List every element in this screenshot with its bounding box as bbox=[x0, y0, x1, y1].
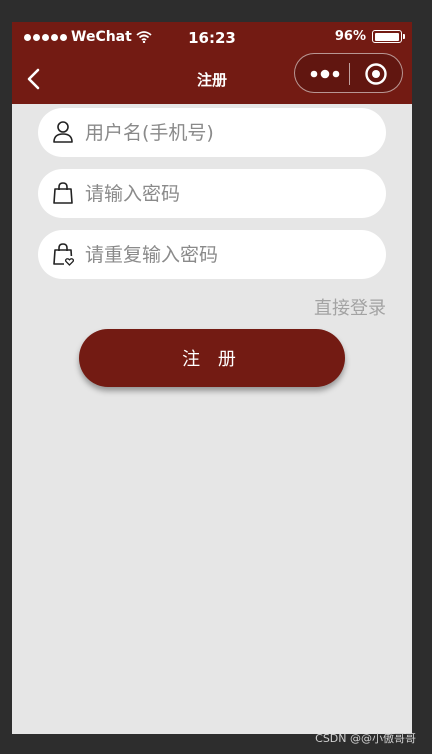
capsule-divider bbox=[349, 63, 350, 85]
password-repeat-field[interactable] bbox=[38, 230, 386, 279]
target-circle-icon[interactable] bbox=[364, 62, 388, 86]
more-dots-icon[interactable] bbox=[308, 66, 342, 82]
status-right: 96% bbox=[334, 29, 405, 44]
login-link[interactable]: 直接登录 bbox=[314, 294, 386, 320]
username-input[interactable] bbox=[85, 108, 375, 157]
battery-fill bbox=[374, 32, 399, 41]
user-icon bbox=[53, 121, 73, 143]
username-field[interactable] bbox=[38, 108, 386, 157]
password-repeat-input[interactable] bbox=[85, 230, 375, 279]
battery-icon bbox=[372, 30, 405, 43]
register-button[interactable]: 注 册 bbox=[79, 329, 345, 387]
password-field[interactable] bbox=[38, 169, 386, 218]
password-input[interactable] bbox=[85, 169, 375, 218]
miniprogram-capsule bbox=[294, 53, 403, 93]
phone-screen: WeChat 16:23 96% 注册 用户名(手机号) 直接登录 注 册 bbox=[12, 22, 412, 734]
lock-heart-icon bbox=[53, 243, 74, 266]
lock-icon bbox=[53, 182, 73, 204]
watermark: CSDN @@小傲哥哥 bbox=[315, 732, 416, 745]
battery-percent: 96% bbox=[334, 29, 366, 44]
app-header: WeChat 16:23 96% 注册 bbox=[12, 22, 412, 104]
status-bar: WeChat 16:23 96% bbox=[12, 22, 412, 54]
